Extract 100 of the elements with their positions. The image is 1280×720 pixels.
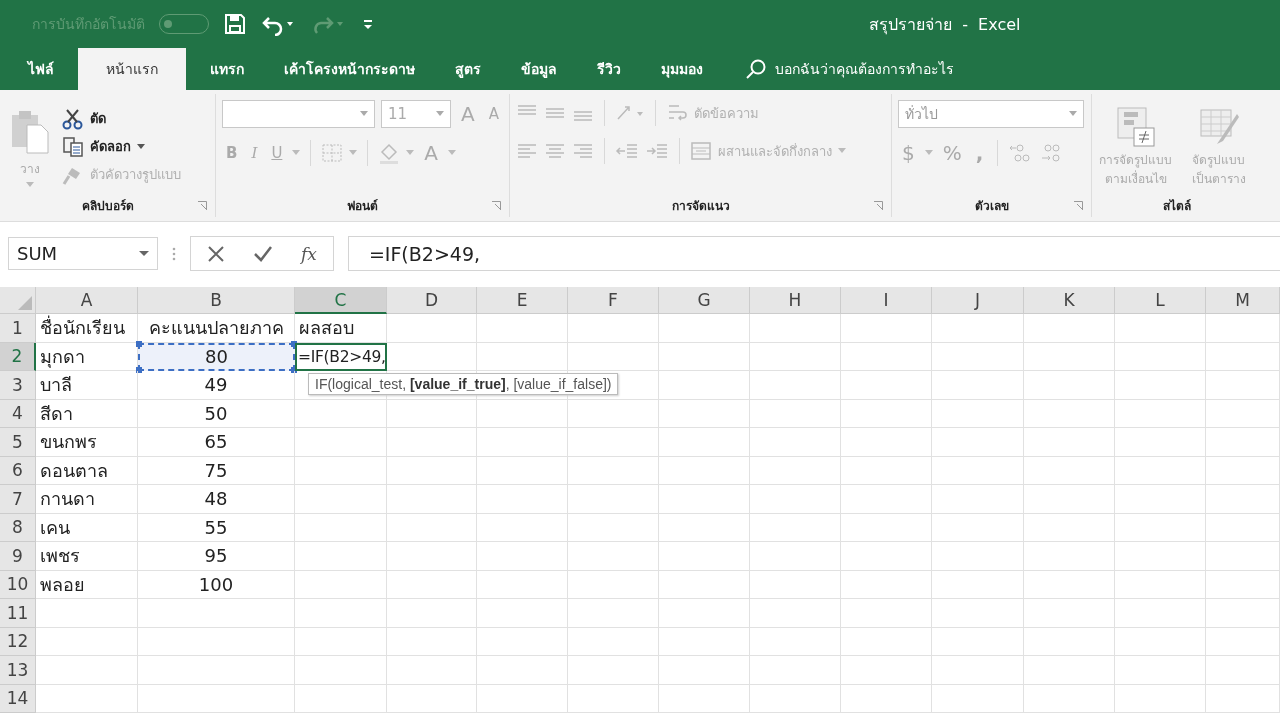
select-all-button[interactable] xyxy=(0,287,36,314)
row-header[interactable]: 12 xyxy=(0,627,36,656)
row-header[interactable]: 3 xyxy=(0,371,36,400)
cut-button[interactable]: ตัด xyxy=(62,107,181,130)
table-cell: บาลี xyxy=(36,371,138,400)
row-header[interactable]: 10 xyxy=(0,570,36,599)
table-cell: 49 xyxy=(138,371,295,400)
autosave-label: การบันทึกอัตโนมัติ xyxy=(32,15,145,34)
fill-bucket-icon[interactable] xyxy=(378,142,401,164)
column-header[interactable]: G xyxy=(659,287,750,314)
column-header[interactable]: K xyxy=(1024,287,1115,314)
dialog-launcher-icon[interactable] xyxy=(492,201,501,210)
group-label: คลิปบอร์ด xyxy=(81,197,134,215)
column-header[interactable]: F xyxy=(568,287,659,314)
group-label: สไตล์ xyxy=(1163,197,1191,215)
row-header[interactable]: 5 xyxy=(0,428,36,457)
window-title: สรุปรายจ่าย - Excel xyxy=(869,13,1021,37)
decrease-indent-icon[interactable] xyxy=(615,142,639,160)
borders-icon[interactable] xyxy=(321,143,344,163)
group-label: ฟอนต์ xyxy=(347,197,378,215)
row-header[interactable]: 2 xyxy=(0,342,36,371)
row-header[interactable]: 13 xyxy=(0,656,36,685)
caret-icon xyxy=(1069,111,1077,117)
align-center-icon[interactable] xyxy=(544,142,566,160)
ribbon-tab[interactable]: รีวิว xyxy=(581,48,637,90)
column-header[interactable]: C xyxy=(295,287,387,314)
table-cell: พลอย xyxy=(36,570,138,599)
column-header[interactable]: D xyxy=(387,287,477,314)
table-cell: 95 xyxy=(138,542,295,571)
row-header[interactable]: 14 xyxy=(0,684,36,713)
caret-icon[interactable] xyxy=(924,150,933,156)
align-left-icon[interactable] xyxy=(516,142,538,160)
formula-field[interactable]: =IF(B2>49, xyxy=(347,236,1280,271)
table-cell: 100 xyxy=(138,570,295,599)
row-header[interactable]: 7 xyxy=(0,485,36,514)
ribbon-tab[interactable]: หน้าแรก xyxy=(78,48,186,90)
save-icon[interactable] xyxy=(223,12,247,36)
copy-button[interactable]: คัดลอก xyxy=(62,135,181,158)
caret-icon[interactable] xyxy=(448,150,457,156)
table-cell: เคน xyxy=(36,513,138,542)
cancel-icon[interactable] xyxy=(207,244,225,263)
table-cell: 50 xyxy=(138,399,295,428)
merge-icon xyxy=(690,141,712,161)
clipboard-icon xyxy=(10,109,50,155)
caret-icon xyxy=(360,111,369,117)
ribbon-tab[interactable]: มุมมอง xyxy=(645,48,719,90)
table-cell: =IF(B2>49, xyxy=(295,342,387,371)
dialog-launcher-icon[interactable] xyxy=(198,201,207,210)
row-header[interactable]: 8 xyxy=(0,513,36,542)
table-cell: สีดา xyxy=(36,399,138,428)
table-cell: 80 xyxy=(138,342,295,371)
caret-icon[interactable] xyxy=(349,150,358,156)
increase-indent-icon[interactable] xyxy=(645,142,669,160)
row-header[interactable]: 6 xyxy=(0,456,36,485)
ribbon-tab[interactable]: ไฟล์ xyxy=(12,48,70,90)
enter-icon[interactable] xyxy=(253,244,273,263)
table-cell: ขนกพร xyxy=(36,428,138,457)
column-header[interactable]: M xyxy=(1206,287,1280,314)
ribbon-tab[interactable]: เค้าโครงหน้ากระดาษ xyxy=(268,48,431,90)
align-right-icon[interactable] xyxy=(572,142,594,160)
dialog-launcher-icon[interactable] xyxy=(874,201,883,210)
caret-icon xyxy=(838,148,846,154)
name-box[interactable]: SUM xyxy=(8,237,158,270)
search-icon xyxy=(745,58,767,80)
ribbon-tab[interactable]: แทรก xyxy=(194,48,260,90)
scissors-icon xyxy=(62,107,84,130)
copy-icon xyxy=(62,135,84,158)
search-field[interactable]: บอกฉันว่าคุณต้องการทำอะไร xyxy=(773,60,1057,78)
caret-icon xyxy=(137,143,145,150)
ribbon-tab[interactable]: สูตร xyxy=(439,48,497,90)
caret-icon[interactable] xyxy=(292,150,301,156)
column-header[interactable]: H xyxy=(750,287,841,314)
table-cell: 55 xyxy=(138,513,295,542)
row-header[interactable]: 9 xyxy=(0,542,36,571)
column-header[interactable]: L xyxy=(1115,287,1206,314)
column-header[interactable]: E xyxy=(477,287,568,314)
font-name-field[interactable] xyxy=(222,100,376,128)
column-header[interactable]: A xyxy=(36,287,138,314)
table-cell: 65 xyxy=(138,428,295,457)
grip-icon xyxy=(172,245,176,262)
group-label: การจัดแนว xyxy=(671,197,730,215)
table-cell: เพชร xyxy=(36,542,138,571)
caret-icon xyxy=(436,111,445,117)
table-cell: 75 xyxy=(138,456,295,485)
insert-function-button[interactable]: fx xyxy=(301,243,317,264)
table-cell: 48 xyxy=(138,485,295,514)
column-header[interactable]: J xyxy=(932,287,1024,314)
row-header[interactable]: 11 xyxy=(0,599,36,628)
increase-decimal-icon[interactable] xyxy=(1008,142,1033,164)
column-header[interactable]: I xyxy=(841,287,932,314)
column-header[interactable]: B xyxy=(138,287,295,314)
caret-icon[interactable] xyxy=(406,150,415,156)
group-label: ตัวเลข xyxy=(974,197,1009,215)
table-cell: ชื่อนักเรียน xyxy=(36,314,138,343)
dialog-launcher-icon[interactable] xyxy=(1074,201,1083,210)
row-header[interactable]: 4 xyxy=(0,399,36,428)
corner-triangle-icon xyxy=(18,296,32,310)
row-header[interactable]: 1 xyxy=(0,314,36,343)
table-cell: คะแนนปลายภาค xyxy=(138,314,295,343)
ribbon-tab[interactable]: ข้อมูล xyxy=(505,48,573,90)
